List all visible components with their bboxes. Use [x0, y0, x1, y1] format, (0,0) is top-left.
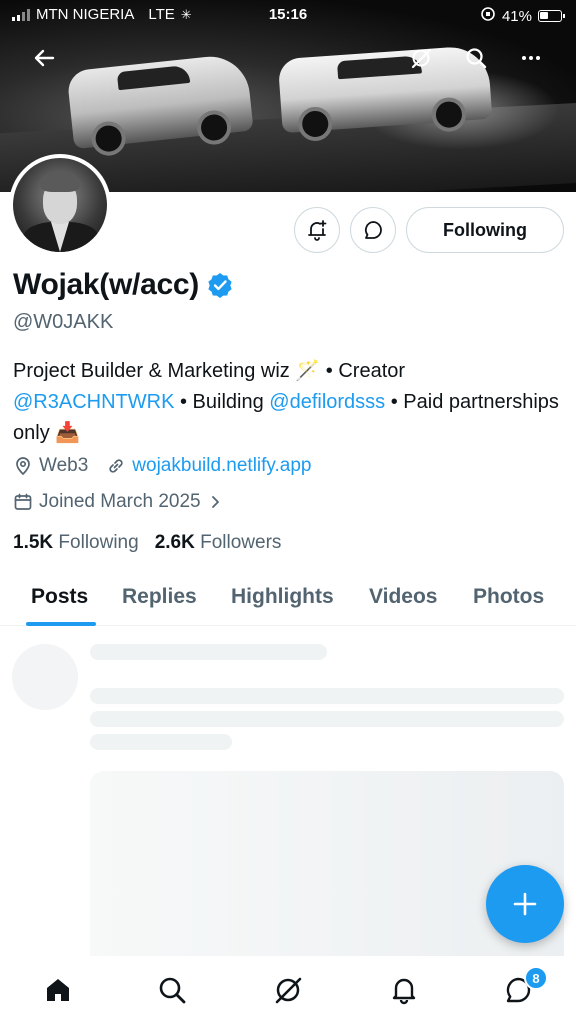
- chevron-right-icon: [211, 496, 219, 508]
- tab-videos[interactable]: Videos: [369, 568, 437, 626]
- home-icon: [47, 979, 69, 1001]
- notifications-button[interactable]: [294, 207, 340, 253]
- avatar[interactable]: [9, 154, 111, 256]
- joined-text: Joined March 2025: [39, 491, 201, 512]
- tab-posts[interactable]: Posts: [31, 568, 88, 626]
- messages-badge: 8: [524, 966, 548, 990]
- active-tab-indicator: [26, 622, 96, 626]
- grok-icon: [411, 48, 432, 69]
- tab-photos[interactable]: Photos: [473, 568, 544, 626]
- grok-icon: [275, 977, 302, 1004]
- bio-text-1: Project Builder & Marketing wiz 🪄 • Crea…: [13, 360, 406, 382]
- location: Web3: [13, 455, 88, 477]
- link-icon: [109, 459, 123, 473]
- search-button[interactable]: [458, 40, 494, 76]
- tab-highlights[interactable]: Highlights: [231, 568, 334, 626]
- skeleton-line: [90, 688, 564, 704]
- calendar-icon: [14, 493, 32, 510]
- arrow-left-icon: [34, 49, 55, 67]
- following-count[interactable]: 1.5K Following: [13, 532, 139, 554]
- website-link[interactable]: wojakbuild.netlify.app: [132, 455, 311, 477]
- skeleton-avatar: [12, 644, 78, 710]
- user-handle: @W0JAKK: [13, 311, 114, 333]
- chat-bubble-icon: [365, 221, 382, 239]
- skeleton-media: [90, 771, 564, 956]
- search-icon: [466, 48, 487, 69]
- skeleton-line: [90, 734, 232, 750]
- banner-car-left: [66, 52, 254, 158]
- battery-icon: [538, 10, 565, 22]
- bottom-nav: [0, 956, 576, 1024]
- bio-mention-r3achntwrk[interactable]: @R3ACHNTWRK: [13, 391, 174, 413]
- nav-grok[interactable]: [268, 970, 308, 1010]
- followers-count[interactable]: 2.6K Followers: [155, 532, 282, 554]
- nav-search[interactable]: [152, 970, 192, 1010]
- orientation-lock-icon: [480, 6, 496, 26]
- website[interactable]: wojakbuild.netlify.app: [106, 455, 312, 477]
- bio-text-2: • Building: [174, 391, 270, 413]
- bell-icon: [392, 978, 416, 1005]
- bio: Project Builder & Marketing wiz 🪄 • Crea…: [13, 356, 568, 449]
- back-button[interactable]: [26, 40, 62, 76]
- status-bar: MTN NIGERIA LTE ✳ 15:16 41%: [0, 0, 576, 30]
- verified-badge-icon[interactable]: [207, 272, 233, 298]
- following-button[interactable]: Following: [406, 207, 564, 253]
- compose-button[interactable]: [486, 865, 564, 943]
- nav-home[interactable]: [38, 970, 78, 1010]
- message-button[interactable]: [350, 207, 396, 253]
- joined-date[interactable]: Joined March 2025: [13, 491, 223, 513]
- display-name: Wojak(w/acc): [13, 268, 199, 301]
- skeleton-line: [90, 644, 327, 660]
- more-icon: [522, 56, 540, 60]
- nav-notifications[interactable]: [384, 970, 424, 1010]
- more-button[interactable]: [513, 40, 549, 76]
- bell-plus-icon: [308, 220, 327, 241]
- skeleton-line: [90, 711, 564, 727]
- battery-percent: 41%: [501, 7, 532, 25]
- plus-icon: [513, 892, 537, 916]
- location-text: Web3: [39, 455, 89, 476]
- grok-button[interactable]: [403, 40, 439, 76]
- tab-replies[interactable]: Replies: [122, 568, 197, 626]
- profile-tabs: Posts Replies Highlights Videos Photos: [0, 568, 576, 626]
- bio-mention-defilordsss[interactable]: @defilordsss: [269, 391, 385, 413]
- search-icon: [159, 977, 186, 1004]
- location-pin-icon: [16, 457, 30, 476]
